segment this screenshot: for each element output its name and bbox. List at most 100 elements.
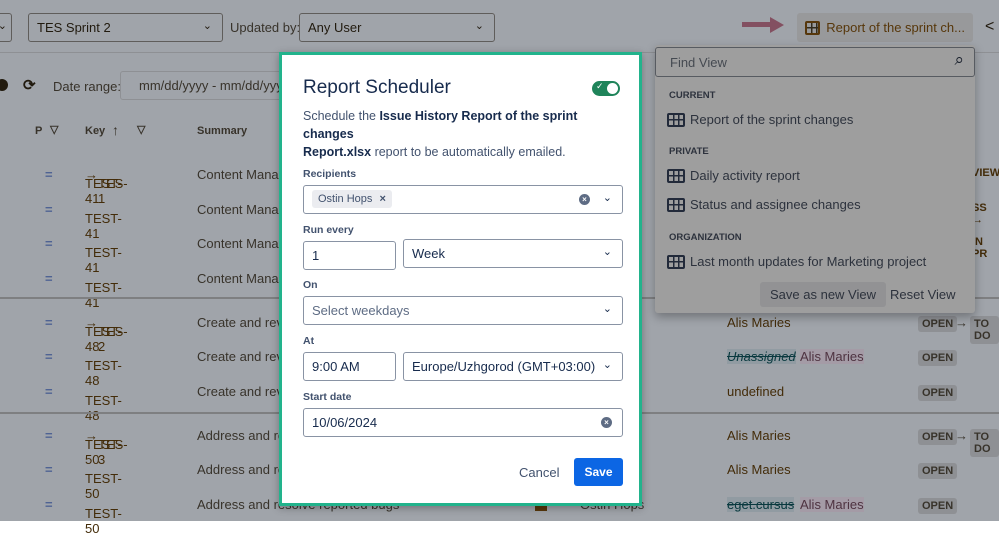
- toggle-knob: [607, 83, 618, 94]
- view-label: Last month updates for Marketing project: [690, 254, 927, 269]
- priority-medium-icon: =: [45, 428, 53, 443]
- summary-cell: Content Manag: [197, 271, 286, 286]
- view-item[interactable]: Last month updates for Marketing project: [667, 254, 926, 269]
- date-range-label: Date range:: [53, 79, 121, 94]
- run-every-input[interactable]: 1: [303, 241, 396, 270]
- issue-key-link[interactable]: TEST-48 → TES-2: [85, 315, 128, 354]
- summary-cell: Address and re: [197, 462, 286, 477]
- assignee-cell[interactable]: undefined: [727, 384, 784, 399]
- sprint-select[interactable]: TES Sprint 2 ⌄: [28, 13, 223, 42]
- status-badge: OPEN: [918, 429, 958, 445]
- recipients-field[interactable]: Ostin Hops × × ⌄: [303, 185, 623, 214]
- unit-value: Week: [412, 246, 445, 261]
- at-label: At: [303, 335, 315, 347]
- priority-medium-icon: =: [45, 384, 53, 399]
- view-item[interactable]: Report of the sprint changes: [667, 112, 853, 127]
- summary-cell: Create and revi: [197, 384, 286, 399]
- remove-recipient-icon[interactable]: ×: [379, 193, 385, 205]
- find-view-placeholder: Find View: [670, 55, 727, 70]
- old-assignee: Unassigned: [727, 349, 796, 364]
- find-view-input[interactable]: Find View ⌕: [655, 47, 975, 77]
- updated-by-label: Updated by:: [230, 20, 301, 35]
- view-item[interactable]: Status and assignee changes: [667, 197, 861, 212]
- new-assignee: Alis Maries: [800, 349, 864, 364]
- status-cell: SS →: [972, 202, 987, 226]
- cancel-button[interactable]: Cancel: [519, 465, 559, 480]
- summary-cell: Address and re: [197, 428, 286, 443]
- chevron-down-icon: ⌄: [474, 20, 484, 32]
- summary-cell: Content Manag: [197, 167, 286, 182]
- arrow-right-icon: →: [955, 428, 968, 443]
- dialog-description: Schedule the Issue History Report of the…: [303, 109, 578, 159]
- priority-medium-icon: =: [45, 271, 53, 286]
- updated-by-select[interactable]: Any User ⌄: [299, 13, 495, 42]
- updated-by-value: Any User: [308, 20, 362, 35]
- header-key[interactable]: Key: [85, 125, 105, 137]
- weekdays-select[interactable]: Select weekdays ⌄: [303, 296, 623, 325]
- issue-key-link[interactable]: TEST-41 → TES-1: [85, 167, 128, 206]
- priority-medium-icon: =: [45, 167, 53, 182]
- chevron-down-icon: ⌄: [602, 246, 612, 258]
- date-range-placeholder: mm/dd/yyyy - mm/dd/yyyy: [139, 78, 290, 93]
- section-organization: ORGANIZATION: [669, 232, 742, 243]
- report-scheduler-dialog: Report Scheduler ✓ Schedule the Issue Hi…: [279, 52, 642, 506]
- status-badge: OPEN: [918, 385, 958, 401]
- recipient-chip: Ostin Hops ×: [312, 190, 392, 208]
- sort-asc-icon[interactable]: ↑: [112, 122, 119, 138]
- view-button-label: Report of the sprint ch...: [826, 20, 965, 35]
- header-priority[interactable]: P: [35, 125, 42, 137]
- view-selector-button[interactable]: Report of the sprint ch...: [797, 13, 973, 42]
- table-icon: [667, 168, 685, 183]
- search-icon: ⌕: [954, 50, 964, 69]
- summary-cell: Content Manag: [197, 202, 286, 217]
- assignee-cell[interactable]: Alis Maries: [727, 428, 791, 443]
- clear-icon[interactable]: ×: [579, 194, 590, 205]
- refresh-icon[interactable]: ⟳: [23, 76, 36, 94]
- pointer-arrowhead-icon: [770, 17, 784, 33]
- view-label: Status and assignee changes: [690, 197, 861, 212]
- priority-medium-icon: =: [45, 202, 53, 217]
- status-badge: OPEN: [918, 498, 958, 514]
- assignee-cell[interactable]: Alis Maries: [727, 315, 791, 330]
- project-select[interactable]: ⌄: [0, 13, 12, 42]
- summary-cell: Create and revi: [197, 315, 286, 330]
- sprint-value: TES Sprint 2: [37, 20, 111, 35]
- summary-cell: Create and revi: [197, 349, 286, 364]
- save-as-new-view-button[interactable]: Save as new View: [760, 282, 886, 307]
- dialog-title: Report Scheduler: [303, 77, 451, 98]
- time-input[interactable]: 9:00 AM: [303, 352, 396, 381]
- start-date-label: Start date: [303, 391, 352, 403]
- info-icon[interactable]: [0, 79, 8, 91]
- summary-cell: Content Manag: [197, 236, 286, 251]
- section-current: CURRENT: [669, 90, 716, 101]
- header-summary[interactable]: Summary: [197, 125, 247, 137]
- status-cell: VIEW: [972, 167, 999, 179]
- assignee-cell[interactable]: Alis Maries: [727, 462, 791, 477]
- start-date-input[interactable]: 10/06/2024 ×: [303, 408, 623, 437]
- share-icon[interactable]: <: [985, 18, 994, 36]
- run-every-label: Run every: [303, 224, 354, 236]
- filter-icon[interactable]: ▽: [50, 123, 58, 136]
- chevron-down-icon[interactable]: ⌄: [603, 191, 612, 204]
- on-label: On: [303, 279, 318, 291]
- recipients-label: Recipients: [303, 168, 357, 180]
- view-label: Daily activity report: [690, 168, 800, 183]
- status-badge: OPEN: [918, 463, 958, 479]
- issue-key-link[interactable]: TEST-50 → TES-3: [85, 428, 128, 467]
- save-button[interactable]: Save: [574, 458, 623, 486]
- clear-icon[interactable]: ×: [601, 417, 612, 428]
- weekdays-placeholder: Select weekdays: [312, 303, 410, 318]
- chevron-down-icon: ⌄: [602, 303, 612, 315]
- priority-medium-icon: =: [45, 349, 53, 364]
- timezone-select[interactable]: Europe/Uzhgorod (GMT+03:00) ⌄: [403, 352, 623, 381]
- reset-view-button[interactable]: Reset View: [890, 287, 956, 302]
- run-every-unit-select[interactable]: Week ⌄: [403, 239, 623, 268]
- view-item[interactable]: Daily activity report: [667, 168, 800, 183]
- new-assignee: Alis Maries: [800, 497, 864, 512]
- filter-icon[interactable]: ▽: [137, 123, 145, 136]
- view-label: Report of the sprint changes: [690, 112, 854, 127]
- enable-toggle[interactable]: ✓: [592, 81, 620, 96]
- views-dropdown: Find View ⌕ CURRENT Report of the sprint …: [655, 45, 975, 313]
- priority-medium-icon: =: [45, 497, 53, 512]
- table-icon: [667, 254, 685, 269]
